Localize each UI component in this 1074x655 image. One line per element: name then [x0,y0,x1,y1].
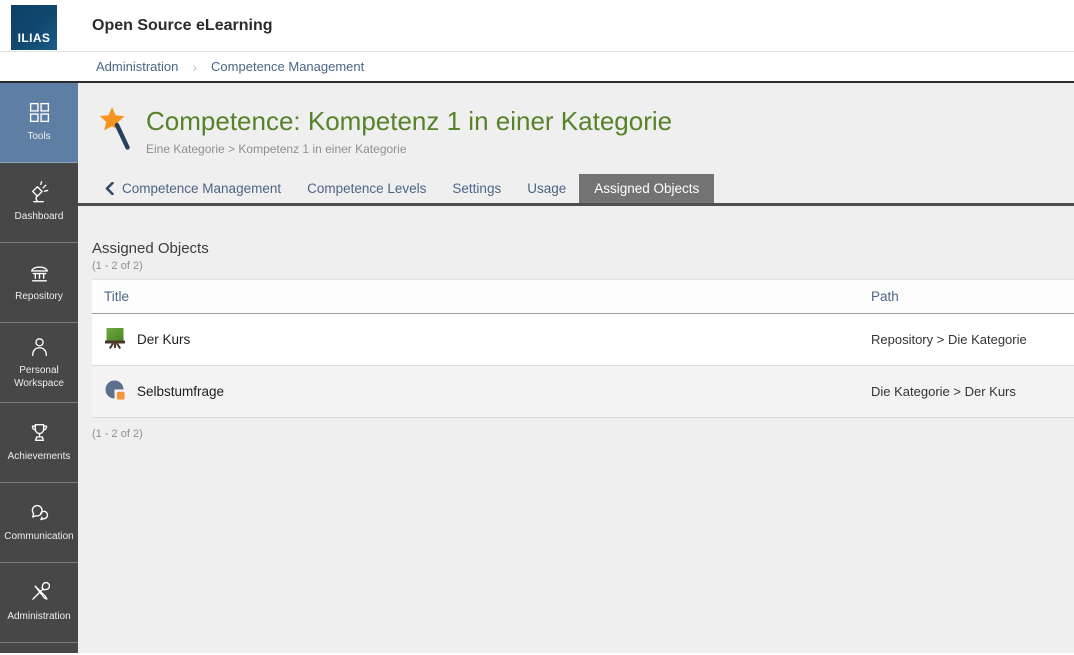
table-header-row: Title Path [92,279,1074,314]
ilias-logo[interactable]: ILIAS [11,5,57,50]
dashboard-icon [28,181,51,204]
sidebar-item-label: Achievements [4,451,75,464]
assigned-objects-table: Title Path [92,279,1074,418]
sidebar-item-label: Communication [0,531,77,544]
row-path: Repository > Die Kategorie [862,332,1074,347]
row-title: Der Kurs [137,332,190,347]
row-path: Die Kategorie > Der Kurs [862,384,1074,399]
tab-competence-levels[interactable]: Competence Levels [294,174,439,203]
sidebar-item-label: Dashboard [11,211,68,224]
survey-icon [104,379,126,404]
logo-text: ILIAS [18,31,51,45]
tab-usage[interactable]: Usage [514,174,579,203]
section-heading: Assigned Objects [92,240,1074,257]
achievements-icon [28,421,51,444]
personal-workspace-icon [28,335,51,358]
page-subtitle: Eine Kategorie > Kompetenz 1 in einer Ka… [146,142,672,156]
row-title: Selbstumfrage [137,384,224,399]
column-header-title[interactable]: Title [92,280,862,313]
top-header: ILIAS Open Source eLearning [0,0,1074,52]
sidebar-item-label: Tools [23,131,54,144]
tab-back-competence-management[interactable]: Competence Management [92,174,294,203]
table-row: Selbstumfrage Die Kategorie > Der Kurs [92,366,1074,418]
page-header: Competence: Kompetenz 1 in einer Kategor… [78,83,1074,158]
sidebar-item-label: Administration [3,611,74,624]
sidebar-item-tools[interactable]: Tools [0,83,78,163]
sidebar-item-communication[interactable]: Communication [0,483,78,563]
page-title: Competence: Kompetenz 1 in einer Kategor… [146,107,672,137]
app-window: ILIAS Open Source eLearning Administrati… [0,0,1074,655]
breadcrumb-separator-icon: › [192,59,197,75]
sidebar-item-achievements[interactable]: Achievements [0,403,78,483]
back-chevron-icon [105,182,114,195]
table-row: Der Kurs Repository > Die Kategorie [92,314,1074,366]
sidebar-item-personal-workspace[interactable]: Personal Workspace [0,323,78,403]
tab-settings[interactable]: Settings [439,174,514,203]
sidebar-item-label: Personal Workspace [0,365,78,390]
tab-label: Competence Management [122,181,281,196]
breadcrumb-competence-management[interactable]: Competence Management [211,59,364,74]
sidebar-item-label: Repository [11,291,67,304]
course-icon [104,327,126,352]
communication-icon [28,501,51,524]
sidebar-item-repository[interactable]: Repository [0,243,78,323]
sidebar-item-dashboard[interactable]: Dashboard [0,163,78,243]
range-info-bottom: (1 - 2 of 2) [92,428,1074,440]
sidebar-item-partial[interactable] [0,643,78,653]
range-info-top: (1 - 2 of 2) [92,260,1074,272]
column-header-path[interactable]: Path [862,280,1074,313]
main-sidebar: Tools Dashboard [0,83,78,653]
sidebar-item-administration[interactable]: Administration [0,563,78,643]
magic-wand-icon [99,107,135,158]
repository-icon [28,261,51,284]
app-title: Open Source eLearning [92,17,272,35]
tab-assigned-objects[interactable]: Assigned Objects [579,174,714,203]
administration-icon [28,581,51,604]
main-content: Competence: Kompetenz 1 in einer Kategor… [78,83,1074,653]
tab-bar: Competence Management Competence Levels … [78,174,1074,206]
breadcrumb-administration[interactable]: Administration [96,59,178,74]
tools-icon [28,101,51,124]
breadcrumb: Administration › Competence Management [0,52,1074,83]
assigned-objects-section: Assigned Objects (1 - 2 of 2) Title Path [78,206,1074,440]
